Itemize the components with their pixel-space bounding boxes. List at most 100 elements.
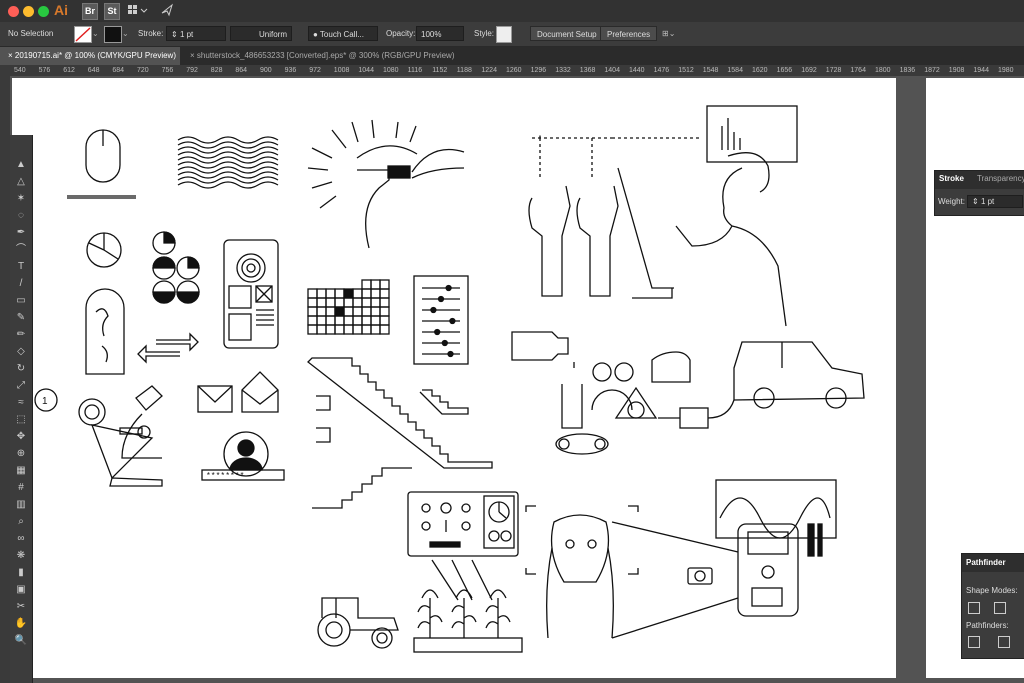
circle-pattern-illustration[interactable] xyxy=(152,231,200,304)
preferences-button[interactable]: Preferences xyxy=(600,26,658,41)
rotate-tool-icon[interactable]: ↻ xyxy=(13,361,29,376)
capsule-illustration[interactable] xyxy=(85,288,125,375)
ruler-mark: 1296 xyxy=(530,67,547,74)
symbol-sprayer-tool-icon[interactable]: ❋ xyxy=(13,548,29,563)
stroke-weight-field[interactable]: ⇕ 1 pt xyxy=(166,26,226,41)
stroke-profile-select[interactable]: Uniform xyxy=(230,26,292,41)
pathfinder-title[interactable]: Pathfinder xyxy=(966,558,1006,567)
production-line-illustration[interactable] xyxy=(511,331,709,455)
pixel-cell xyxy=(316,306,327,317)
stroke-dropdown-icon[interactable]: ⌄ xyxy=(122,26,129,41)
divide-icon[interactable] xyxy=(968,636,980,648)
free-transform-tool-icon[interactable]: ⬚ xyxy=(13,412,29,427)
column-graph-tool-icon[interactable]: ▮ xyxy=(13,565,29,580)
ruler-mark: 1692 xyxy=(801,67,817,74)
artboard-tool-icon[interactable]: ▣ xyxy=(13,582,29,597)
fill-dropdown-icon[interactable]: ⌄ xyxy=(92,26,99,41)
gradient-tool-icon[interactable]: ▥ xyxy=(13,497,29,512)
blend-tool-icon[interactable]: ∞ xyxy=(13,531,29,546)
tab-close-icon[interactable]: × xyxy=(8,51,13,60)
document-setup-button[interactable]: Document Setup xyxy=(530,26,604,41)
stroke-swatch[interactable] xyxy=(104,26,122,43)
ruler-mark: 1188 xyxy=(456,67,472,74)
trim-icon[interactable] xyxy=(998,636,1010,648)
mesh-tool-icon[interactable]: # xyxy=(13,480,29,495)
workspace-grid-icon[interactable] xyxy=(126,3,150,18)
close-window-button[interactable] xyxy=(8,6,19,17)
envelope-open-icon[interactable] xyxy=(241,371,279,413)
fill-swatch[interactable] xyxy=(74,26,92,43)
ruler-mark: 828 xyxy=(210,67,223,74)
slice-tool-icon[interactable]: ✂ xyxy=(13,599,29,614)
tab-document-1[interactable]: × 20190715.ai* @ 100% (CMYK/GPU Preview) xyxy=(0,47,180,65)
lasso-tool-icon[interactable]: ◌ xyxy=(13,208,29,223)
pen-tool-icon[interactable]: ✒ xyxy=(13,225,29,240)
arrange-icon[interactable]: ⊞⌄ xyxy=(662,26,675,41)
horizontal-ruler: 540 576 612 648 684 720 756 792 828 864 900 936 972 1… xyxy=(0,65,1024,76)
unite-icon[interactable] xyxy=(968,602,980,614)
warp-tool-icon[interactable]: ≈ xyxy=(13,395,29,410)
presenter-illustration[interactable] xyxy=(617,105,798,327)
growing-plants-illustration[interactable] xyxy=(413,589,523,653)
maximize-window-button[interactable] xyxy=(38,6,49,17)
scale-tool-icon[interactable]: ⤢ xyxy=(13,378,29,393)
puppet-warp-tool-icon[interactable]: ✥ xyxy=(13,429,29,444)
ruler-mark: 612 xyxy=(63,67,75,74)
ruler-mark: 1476 xyxy=(653,67,670,74)
mouse-illustration[interactable] xyxy=(67,129,136,199)
minus-front-icon[interactable] xyxy=(994,602,1006,614)
direct-selection-tool-icon[interactable]: △ xyxy=(13,174,29,189)
perspective-grid-tool-icon[interactable]: ▦ xyxy=(13,463,29,478)
minimize-window-button[interactable] xyxy=(23,6,34,17)
envelope-closed-icon[interactable] xyxy=(197,385,233,413)
control-bar: No Selection ⌄ ⌄ Stroke: ⇕ 1 pt Uniform … xyxy=(0,22,1024,47)
tractor-illustration[interactable] xyxy=(317,597,399,649)
car-illustration[interactable] xyxy=(707,341,865,419)
wave-pattern-illustration[interactable] xyxy=(177,136,279,189)
paintbrush-tool-icon[interactable]: ✎ xyxy=(13,310,29,325)
wildlife-camera-illustration[interactable] xyxy=(525,479,837,639)
smartphone-illustration[interactable] xyxy=(223,239,279,349)
curvature-tool-icon[interactable]: ⌒ xyxy=(13,242,29,257)
slider-knob xyxy=(441,339,448,347)
eraser-tool-icon[interactable]: ◇ xyxy=(13,344,29,359)
magic-wand-tool-icon[interactable]: ✶ xyxy=(13,191,29,206)
bridge-button[interactable]: Br xyxy=(82,3,98,20)
artboard[interactable]: ******** 1 xyxy=(12,78,896,678)
tab-transparency[interactable]: Transparency xyxy=(977,174,1024,183)
opacity-field[interactable]: 100% xyxy=(416,26,464,41)
pathfinders-label: Pathfinders: xyxy=(966,621,1009,630)
ruler-mark: 864 xyxy=(235,67,248,74)
pie-chart-illustration[interactable] xyxy=(86,232,122,268)
slider-knob xyxy=(449,317,456,325)
microscope-illustration[interactable] xyxy=(78,385,163,487)
selection-tool-icon[interactable]: ▲ xyxy=(13,157,29,172)
weight-field[interactable]: ⇕ 1 pt xyxy=(967,195,1023,208)
eyedropper-tool-icon[interactable]: ⌕ xyxy=(13,514,29,529)
style-swatch[interactable] xyxy=(496,26,512,43)
weight-label: Weight: xyxy=(938,197,965,206)
share-icon[interactable] xyxy=(160,3,174,18)
exchange-arrows-illustration[interactable] xyxy=(137,332,199,364)
stairs-illustration[interactable] xyxy=(307,357,493,509)
stock-button[interactable]: St xyxy=(104,3,120,20)
line-tool-icon[interactable]: / xyxy=(13,276,29,291)
ruler-mark: 1944 xyxy=(973,67,989,74)
pixel-cell xyxy=(334,315,345,326)
settings-sliders-illustration[interactable] xyxy=(413,275,469,365)
pencil-tool-icon[interactable]: ✏ xyxy=(13,327,29,342)
rectangle-tool-icon[interactable]: ▭ xyxy=(13,293,29,308)
robot-hands-illustration[interactable] xyxy=(528,135,702,297)
tab-document-2[interactable]: × shutterstock_486653233 [Converted].eps… xyxy=(182,47,462,65)
tab-stroke[interactable]: Stroke xyxy=(939,174,964,183)
brush-select[interactable]: ● Touch Call... xyxy=(308,26,378,41)
vr-headset-illustration[interactable] xyxy=(307,119,465,249)
pixel-cell xyxy=(379,288,390,299)
type-tool-icon[interactable]: T xyxy=(13,259,29,274)
hand-tool-icon[interactable]: ✋ xyxy=(13,616,29,631)
zoom-tool-icon[interactable]: 🔍 xyxy=(13,633,29,648)
weather-dashboard-illustration[interactable] xyxy=(407,491,519,601)
tab-close-icon[interactable]: × xyxy=(190,51,195,60)
pixel-grid-illustration[interactable] xyxy=(307,279,390,335)
shape-builder-tool-icon[interactable]: ⊕ xyxy=(13,446,29,461)
